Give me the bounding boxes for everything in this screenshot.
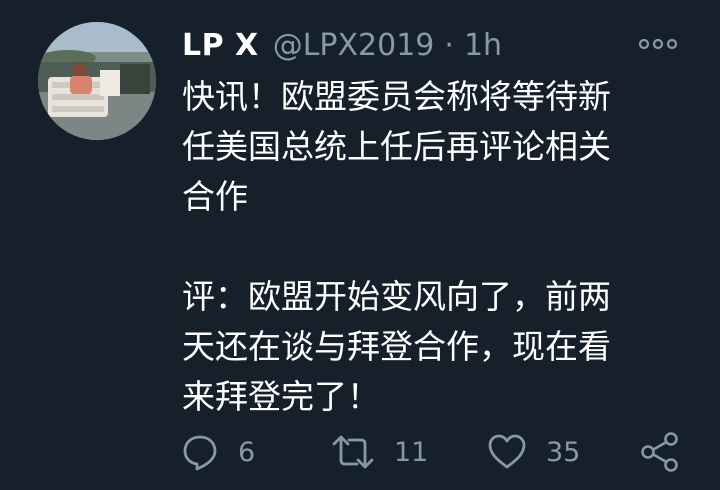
tweet-time[interactable]: 1h — [464, 28, 502, 63]
retweet-icon — [332, 435, 374, 469]
retweet-count: 11 — [394, 436, 429, 468]
heart-icon — [488, 434, 526, 469]
tweet[interactable]: LP X @LPX2019 · 1h 快讯！欧盟委员会称将等待新 任美国总统上任… — [0, 0, 720, 490]
reply-icon — [183, 435, 217, 471]
more-options-icon — [638, 38, 678, 50]
tweet-text: 快讯！欧盟委员会称将等待新 任美国总统上任后再评论相关 合作 评：欧盟开始变风向… — [182, 72, 682, 422]
separator-dot: · — [444, 27, 454, 63]
like-button[interactable]: 35 — [486, 428, 580, 476]
avatar-photo-icon — [38, 22, 156, 140]
author-name[interactable]: LP X — [182, 28, 259, 63]
tweet-text-line: 天还在谈与拜登合作，现在看 — [182, 327, 611, 366]
more-options-button[interactable] — [636, 30, 680, 58]
tweet-text-line: 合作 — [182, 177, 248, 216]
reply-button[interactable]: 6 — [180, 428, 255, 476]
like-count: 35 — [546, 436, 581, 468]
avatar[interactable] — [38, 22, 156, 140]
tweet-header: LP X @LPX2019 · 1h — [182, 24, 502, 66]
tweet-text-line: 来拜登完了！ — [182, 377, 380, 416]
retweet-button[interactable]: 11 — [330, 428, 428, 476]
reply-count: 6 — [238, 436, 256, 468]
share-icon — [641, 432, 678, 472]
tweet-text-line: 评：欧盟开始变风向了，前两 — [182, 277, 611, 316]
tweet-text-line: 快讯！欧盟委员会称将等待新 — [182, 77, 611, 116]
tweet-actions: 6 11 35 — [180, 428, 690, 476]
author-handle[interactable]: @LPX2019 — [273, 28, 435, 63]
share-button[interactable] — [638, 428, 682, 476]
tweet-text-line: 任美国总统上任后再评论相关 — [182, 127, 611, 166]
